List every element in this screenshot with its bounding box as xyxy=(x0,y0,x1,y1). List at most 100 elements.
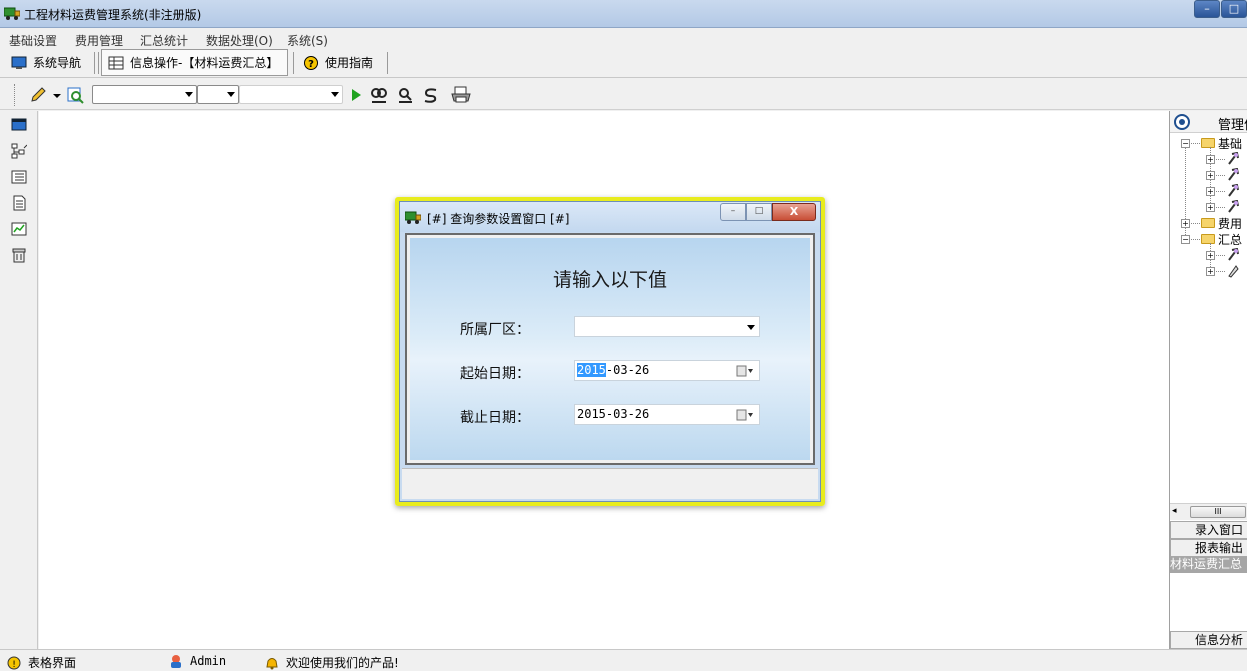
print-icon[interactable] xyxy=(450,86,472,104)
menu-system[interactable]: 系统(S) xyxy=(287,32,328,49)
tree-node-summary[interactable]: − 汇总 xyxy=(1170,231,1247,247)
start-date-picker[interactable]: 2015-03-26 xyxy=(574,360,760,381)
truck-icon xyxy=(405,211,421,224)
calendar-dropdown-icon[interactable] xyxy=(736,409,754,421)
pencil-icon[interactable] xyxy=(29,86,47,104)
org-chart-icon[interactable] xyxy=(11,143,27,159)
status-view-mode: ! 表格界面 xyxy=(6,654,76,671)
menu-basic-settings[interactable]: 基础设置 xyxy=(9,32,57,49)
dialog-minimize-button[interactable]: – xyxy=(720,203,746,221)
tab-separator xyxy=(94,52,95,74)
toolbar-grip[interactable] xyxy=(14,84,17,106)
value-combo[interactable] xyxy=(239,85,343,104)
play-icon[interactable] xyxy=(347,86,365,104)
truck-icon xyxy=(4,7,20,20)
start-date-label: 起始日期： xyxy=(460,366,530,382)
trash-icon[interactable] xyxy=(11,247,27,263)
panel-horizontal-scrollbar[interactable]: ◂ III xyxy=(1170,503,1247,520)
tab-label: 使用指南 xyxy=(325,56,374,70)
menu-bar: 基础设置 费用管理 汇总统计 数据处理(O) 系统(S) xyxy=(0,28,1247,48)
wrench-icon xyxy=(1228,200,1239,213)
scroll-thumb[interactable]: III xyxy=(1190,506,1246,518)
tree-leaf[interactable]: + xyxy=(1170,263,1247,279)
refresh-icon[interactable] xyxy=(422,86,440,104)
tree-node-cost[interactable]: + 费用 xyxy=(1170,215,1247,231)
field-combo[interactable] xyxy=(92,85,197,104)
operator-combo[interactable] xyxy=(197,85,239,104)
document-icon[interactable] xyxy=(11,195,27,211)
expand-toggle[interactable]: + xyxy=(1206,171,1215,180)
tab-user-guide[interactable]: ? 使用指南 xyxy=(297,49,379,76)
scroll-left-icon[interactable]: ◂ xyxy=(1172,506,1177,516)
magnifier-icon[interactable] xyxy=(67,86,85,104)
info-analysis-button[interactable]: 信息分析 xyxy=(1170,631,1247,649)
chart-icon[interactable] xyxy=(11,221,27,237)
dialog-title: [#] 查询参数设置窗口 [#] xyxy=(427,212,570,226)
expand-toggle[interactable]: + xyxy=(1206,251,1215,260)
minimize-button[interactable]: – xyxy=(1194,0,1220,18)
dialog-footer xyxy=(402,468,818,499)
window-icon[interactable] xyxy=(11,117,27,133)
expand-toggle[interactable]: + xyxy=(1206,155,1215,164)
tree-node-basic[interactable]: − 基础 xyxy=(1170,135,1247,151)
tree-node-label: 费用 xyxy=(1218,217,1243,231)
report-output-button[interactable]: 报表输出 xyxy=(1170,539,1247,557)
collapse-toggle[interactable]: − xyxy=(1181,235,1190,244)
table-icon xyxy=(108,56,124,69)
list-view-icon[interactable] xyxy=(11,169,27,185)
tree-node-label: 基础 xyxy=(1218,137,1243,151)
monitor-icon xyxy=(11,56,27,69)
nav-tab-bar: 系统导航 信息操作-【材料运费汇总】 ? 使用指南 xyxy=(0,48,1247,78)
chevron-down-icon xyxy=(331,92,339,97)
dialog-close-button[interactable]: X xyxy=(772,203,816,221)
calendar-dropdown-icon[interactable] xyxy=(736,365,754,377)
dialog-content-frame: 请输入以下值 所属厂区： 起始日期： 2015-03-26 截止日期： 2015… xyxy=(405,233,815,465)
dialog-body: 请输入以下值 所属厂区： 起始日期： 2015-03-26 截止日期： 2015… xyxy=(410,238,810,460)
expand-toggle[interactable]: + xyxy=(1206,267,1215,276)
tree-leaf[interactable]: + xyxy=(1170,247,1247,263)
tab-info-operation[interactable]: 信息操作-【材料运费汇总】 xyxy=(101,49,288,76)
find-icon[interactable] xyxy=(370,86,388,104)
refresh-circle-icon[interactable] xyxy=(1174,114,1190,130)
plant-area-select[interactable] xyxy=(574,316,760,337)
collapse-toggle[interactable]: − xyxy=(1181,139,1190,148)
end-date-picker[interactable]: 2015-03-26 xyxy=(574,404,760,425)
status-bar: ! 表格界面 Admin 欢迎使用我们的产品! xyxy=(0,649,1247,671)
status-message: 欢迎使用我们的产品! xyxy=(264,654,399,671)
window-title: 工程材料运费管理系统(非注册版) xyxy=(24,8,202,22)
menu-cost-management[interactable]: 费用管理 xyxy=(75,32,123,49)
expand-toggle[interactable]: + xyxy=(1181,219,1190,228)
dropdown-arrow-icon[interactable] xyxy=(52,86,62,104)
maximize-button[interactable]: □ xyxy=(1221,0,1247,18)
menu-data-processing[interactable]: 数据处理(O) xyxy=(206,32,273,49)
tree-connector xyxy=(1191,223,1200,224)
tab-separator xyxy=(293,52,294,74)
tree-leaf[interactable]: + xyxy=(1170,183,1247,199)
info-icon: ! xyxy=(7,656,21,670)
tree-connector xyxy=(1216,175,1225,176)
folder-icon xyxy=(1201,138,1215,148)
tab-system-nav[interactable]: 系统导航 xyxy=(5,49,87,76)
dialog-maximize-button[interactable]: □ xyxy=(746,203,772,221)
dialog-titlebar[interactable]: [#] 查询参数设置窗口 [#] – □ X xyxy=(400,202,820,232)
tree-node-label: 汇总 xyxy=(1218,233,1243,247)
selected-list-item[interactable]: 材料运费汇总 xyxy=(1170,557,1247,573)
query-params-dialog: [#] 查询参数设置窗口 [#] – □ X 请输入以下值 所属厂区： 起始日期… xyxy=(399,201,821,502)
tree-leaf[interactable]: + xyxy=(1170,199,1247,215)
tree-connector xyxy=(1191,143,1200,144)
expand-toggle[interactable]: + xyxy=(1206,187,1215,196)
chevron-down-icon xyxy=(185,92,193,97)
tag-icon xyxy=(1228,265,1239,278)
plant-area-label: 所属厂区： xyxy=(460,322,530,338)
menu-summary-stats[interactable]: 汇总统计 xyxy=(140,32,188,49)
folder-icon xyxy=(1201,218,1215,228)
find-next-icon[interactable] xyxy=(396,86,414,104)
entry-window-button[interactable]: 录入窗口 xyxy=(1170,521,1247,539)
tree-connector xyxy=(1216,255,1225,256)
dialog-controls: – □ X xyxy=(720,203,816,221)
expand-toggle[interactable]: + xyxy=(1206,203,1215,212)
tree-leaf[interactable]: + xyxy=(1170,167,1247,183)
dialog-heading: 请输入以下值 xyxy=(552,269,667,291)
tree-leaf[interactable]: + xyxy=(1170,151,1247,167)
tab-label: 系统导航 xyxy=(33,56,82,70)
